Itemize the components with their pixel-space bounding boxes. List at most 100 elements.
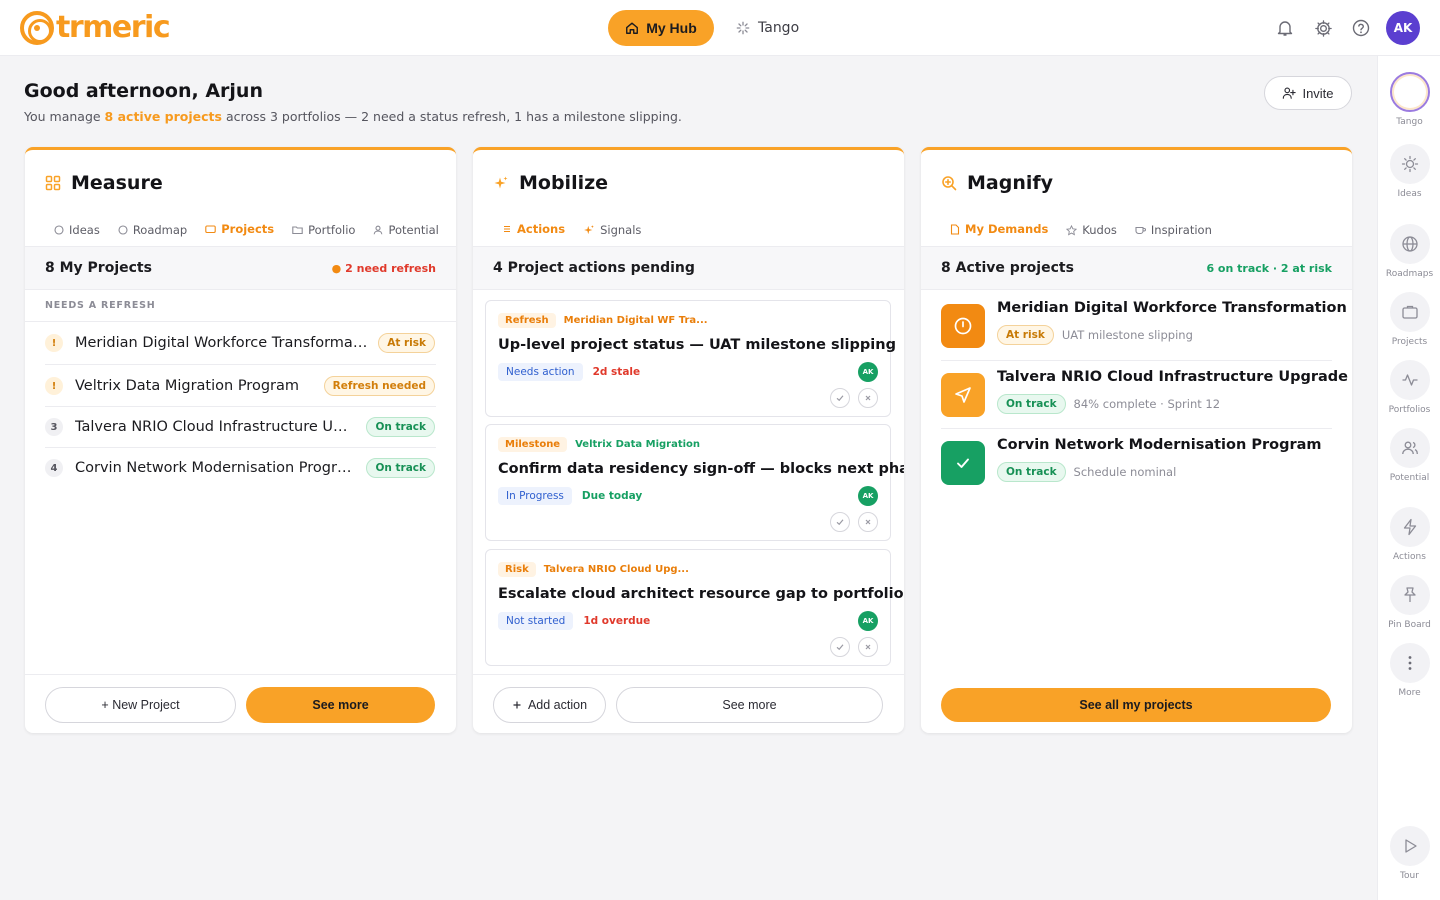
circle-icon	[54, 225, 64, 235]
tab-actions[interactable]: Actions	[493, 212, 575, 248]
alert-index: !	[45, 377, 63, 395]
project-row[interactable]: 4 Corvin Network Modernisation Program O…	[45, 447, 435, 489]
action-project-link[interactable]: Meridian Digital WF Tra...	[564, 315, 708, 326]
action-type-tag: Milestone	[498, 437, 568, 452]
briefcase-icon	[1389, 292, 1430, 332]
tab-projects[interactable]: Projects	[196, 212, 284, 248]
tab-my-demands[interactable]: My Demands	[941, 212, 1058, 248]
action-card[interactable]: Milestone Veltrix Data Migration Confirm…	[485, 424, 904, 541]
trmeric-logo[interactable]: trmeric	[20, 10, 171, 45]
active-project-row[interactable]: Corvin Network Modernisation Program On …	[941, 433, 1331, 501]
notifications-bell-icon[interactable]	[1274, 17, 1296, 39]
rail-item-roadmaps[interactable]: Roadmaps	[1378, 224, 1440, 279]
circle-icon	[118, 225, 128, 235]
divider	[941, 428, 1332, 429]
page-greeting: Good afternoon, Arjun	[24, 80, 263, 102]
see-all-projects-button[interactable]: See all my projects	[941, 688, 1331, 722]
action-project-link[interactable]: Veltrix Data Migration	[575, 439, 700, 450]
tab-label: Inspiration	[1150, 223, 1212, 237]
active-project-row[interactable]: Meridian Digital Workforce Transformatio…	[941, 296, 1347, 364]
tab-label: Kudos	[1082, 223, 1117, 237]
active-project-row[interactable]: Talvera NRIO Cloud Infrastructure Upgrad…	[941, 365, 1348, 433]
new-project-button[interactable]: + New Project	[45, 687, 236, 723]
sparkle-icon	[494, 176, 508, 189]
action-title: Confirm data residency sign-off — blocks…	[498, 461, 904, 477]
active-projects-count: 8 Active projects	[941, 260, 1074, 276]
tab-inspiration[interactable]: Inspiration	[1126, 212, 1221, 248]
action-due-note: Due today	[581, 490, 643, 502]
tab-kudos[interactable]: Kudos	[1057, 212, 1126, 248]
project-row[interactable]: ! Veltrix Data Migration Program Refresh…	[45, 365, 435, 407]
tab-signals[interactable]: Signals	[574, 212, 650, 248]
pulse-chart-icon	[1389, 360, 1430, 400]
rail-item-ideas[interactable]: Ideas	[1378, 144, 1440, 199]
rail-item-actions[interactable]: Actions	[1378, 507, 1440, 562]
project-row[interactable]: ! Meridian Digital Workforce Transformat…	[45, 322, 435, 364]
approve-check-icon[interactable]	[830, 512, 850, 532]
status-badge: At risk	[997, 325, 1054, 345]
mobilize-title: Mobilize	[519, 172, 609, 194]
project-note: UAT milestone slipping	[1061, 328, 1193, 342]
status-badge: At risk	[378, 333, 435, 353]
action-project-link[interactable]: Talvera NRIO Cloud Upg...	[544, 564, 689, 575]
invite-button[interactable]: Invite	[1264, 76, 1352, 110]
add-action-button[interactable]: Add action	[493, 687, 606, 723]
tab-portfolio[interactable]: Portfolio	[283, 212, 364, 248]
folder-icon	[205, 225, 216, 234]
help-icon[interactable]	[1350, 17, 1372, 39]
user-avatar[interactable]: AK	[1386, 11, 1420, 45]
status-badge: On track	[997, 462, 1066, 482]
row-index: 3	[45, 418, 63, 436]
action-meta: Needs action 2d stale	[498, 363, 640, 381]
settings-gear-icon[interactable]	[1312, 17, 1334, 39]
action-tags: Refresh Meridian Digital WF Tra...	[498, 313, 708, 328]
project-row[interactable]: 3 Talvera NRIO Cloud Infrastructure Upgr…	[45, 406, 435, 448]
action-meta: In Progress Due today	[498, 487, 642, 505]
action-title: Escalate cloud architect resource gap to…	[498, 586, 904, 602]
action-card[interactable]: Risk Talvera NRIO Cloud Upg... Escalate …	[485, 549, 904, 666]
measure-title: Measure	[71, 172, 163, 194]
logo-text: trmeric	[56, 10, 171, 45]
measure-see-more-button[interactable]: See more	[246, 687, 435, 723]
action-title: Up-level project status — UAT milestone …	[498, 337, 896, 353]
action-type-tag: Refresh	[498, 313, 556, 328]
action-card[interactable]: Refresh Meridian Digital WF Tra... Up-le…	[485, 300, 896, 417]
assignee-avatar[interactable]: AK	[858, 362, 878, 382]
tab-roadmap[interactable]: Roadmap	[109, 212, 196, 248]
dismiss-x-icon[interactable]	[858, 637, 878, 657]
rail-item-tango[interactable]: Tango	[1378, 72, 1440, 127]
tango-nav-link[interactable]: Tango	[736, 10, 799, 46]
my-hub-button[interactable]: My Hub	[608, 10, 714, 46]
dismiss-x-icon[interactable]	[858, 512, 878, 532]
rail-item-more[interactable]: More	[1378, 643, 1440, 698]
approve-check-icon[interactable]	[830, 637, 850, 657]
active-projects-link[interactable]: 8 active projects	[105, 109, 222, 124]
dismiss-x-icon[interactable]	[858, 388, 878, 408]
project-name: Corvin Network Modernisation Program	[75, 460, 357, 476]
project-name: Talvera NRIO Cloud Infrastructure Upgrad…	[75, 419, 357, 435]
rail-item-projects[interactable]: Projects	[1378, 292, 1440, 347]
approve-check-icon[interactable]	[830, 388, 850, 408]
tango-orb-icon	[1389, 72, 1430, 112]
project-note: Schedule nominal	[1073, 465, 1177, 479]
rail-item-pin-board[interactable]: Pin Board	[1378, 575, 1440, 630]
pin-icon	[1389, 575, 1430, 615]
status-badge: On track	[366, 417, 435, 437]
rail-label: Actions	[1393, 552, 1426, 562]
my-projects-band: 8 My Projects ● 2 need refresh	[25, 246, 456, 290]
more-vertical-icon	[1389, 643, 1430, 683]
tab-ideas[interactable]: Ideas	[45, 212, 109, 248]
assignee-avatar[interactable]: AK	[858, 486, 878, 506]
rail-label: Projects	[1391, 337, 1428, 347]
assignee-avatar[interactable]: AK	[858, 611, 878, 631]
action-tags: Risk Talvera NRIO Cloud Upg...	[498, 562, 689, 577]
rail-item-potential[interactable]: Potential	[1378, 428, 1440, 483]
rail-item-portfolios[interactable]: Portfolios	[1378, 360, 1440, 415]
mobilize-see-more-button[interactable]: See more	[616, 687, 883, 723]
rail-item-tour[interactable]: Tour	[1378, 826, 1440, 881]
tab-label: Projects	[221, 222, 275, 236]
measure-footer: + New Project See more	[25, 674, 456, 733]
my-hub-label: My Hub	[646, 20, 697, 36]
tab-potential[interactable]: Potential	[364, 212, 447, 248]
refresh-count-badge[interactable]: ● 2 need refresh	[332, 262, 436, 275]
